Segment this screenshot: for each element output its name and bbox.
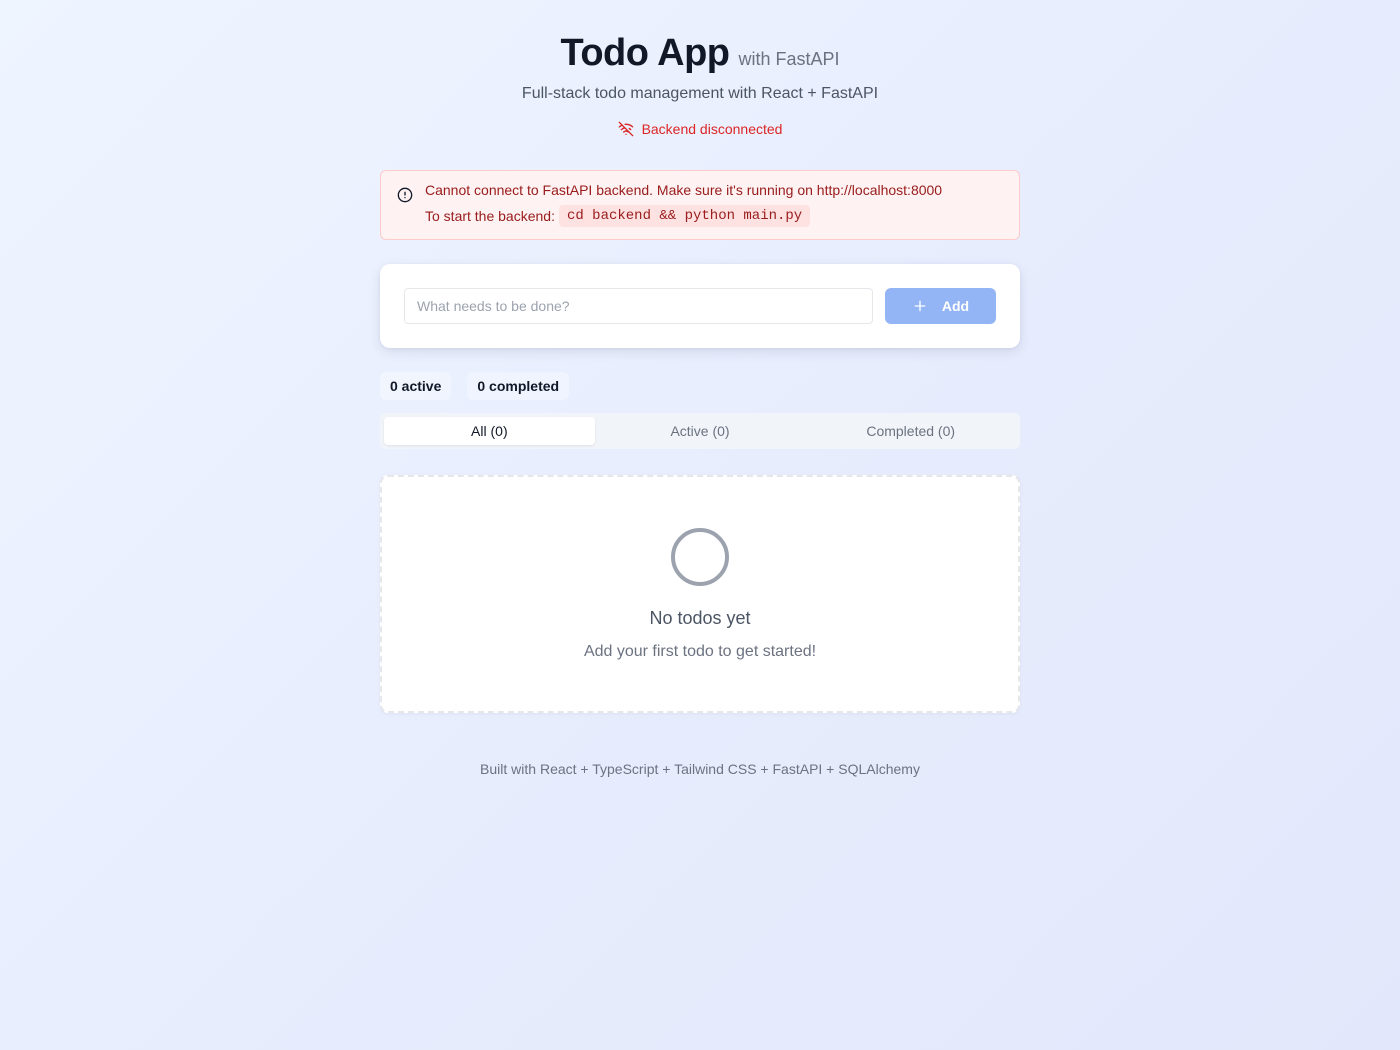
page-subtitle: Full-stack todo management with React + … [521, 85, 879, 102]
active-count-badge: 0 active [380, 372, 452, 400]
alert-message: Cannot connect to FastAPI backend. Make … [425, 182, 943, 198]
page-title: Todo App [560, 32, 730, 74]
connection-status-text: Backend disconnected [641, 121, 783, 137]
alert-hint: To start the backend: cd backend && pyth… [425, 205, 942, 227]
tab-completed[interactable]: Completed (0) [805, 417, 1016, 445]
new-todo-input[interactable] [404, 288, 873, 324]
alert-hint-label: To start the backend: [425, 208, 555, 224]
alert-text: Cannot connect to FastAPI backend. Make … [425, 181, 942, 227]
footer-text: Built with React + TypeScript + Tailwind… [480, 761, 920, 777]
completed-count-badge: 0 completed [467, 372, 570, 400]
add-todo-card: Add [380, 264, 1020, 348]
add-todo-button-label: Add [941, 298, 970, 314]
todo-counts: 0 active 0 completed [380, 372, 1020, 400]
tab-all[interactable]: All (0) [384, 417, 595, 445]
empty-state-title: No todos yet [649, 608, 751, 628]
wifi-off-icon [618, 121, 633, 137]
connection-status: Backend disconnected [380, 121, 1020, 137]
filter-tabs: All (0) Active (0) Completed (0) [380, 413, 1020, 449]
plus-icon [914, 300, 926, 312]
app-container: Todo App with FastAPI Full-stack todo ma… [380, 0, 1020, 777]
title-row: Todo App with FastAPI [380, 32, 1020, 75]
alert-circle-icon [397, 187, 413, 203]
page-title-suffix: with FastAPI [738, 49, 840, 69]
circle-icon [671, 528, 729, 586]
empty-state-subtitle: Add your first todo to get started! [583, 643, 817, 660]
alert-hint-command: cd backend && python main.py [558, 205, 811, 227]
header: Todo App with FastAPI Full-stack todo ma… [380, 32, 1020, 137]
tab-active[interactable]: Active (0) [595, 417, 806, 445]
add-todo-button[interactable]: Add [885, 288, 996, 324]
error-alert: Cannot connect to FastAPI backend. Make … [380, 170, 1020, 240]
empty-state: No todos yet Add your first todo to get … [380, 475, 1020, 713]
